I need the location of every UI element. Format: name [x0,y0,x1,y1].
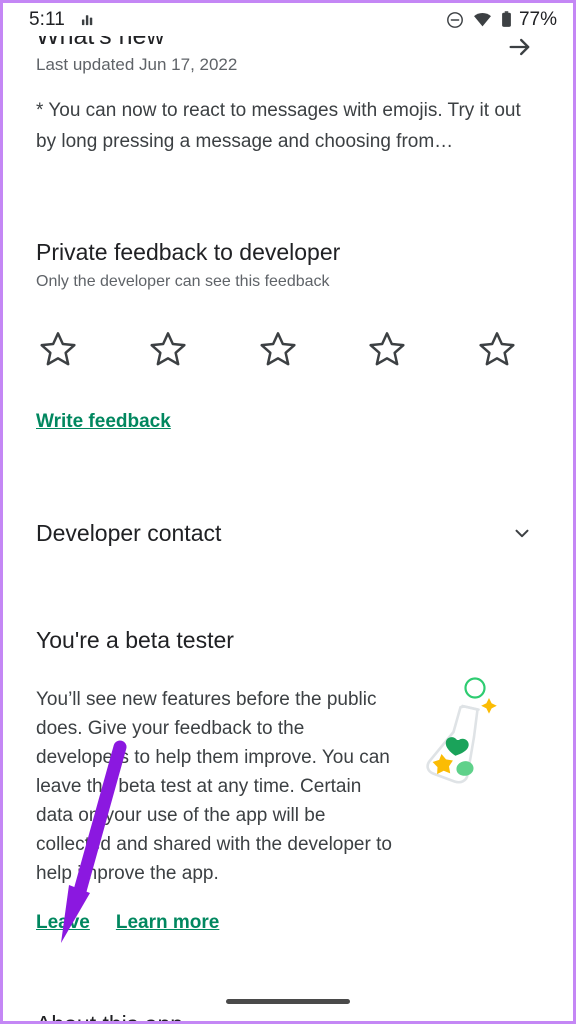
write-feedback-link[interactable]: Write feedback [36,409,171,435]
whats-new-body-text: * You can now to react to messages with … [36,100,521,152]
learn-more-link[interactable]: Learn more [116,910,219,936]
status-bar-right: 77% [446,10,557,29]
signal-bars-icon [81,12,96,27]
status-bar-clock: 5:11 [29,9,65,30]
beta-tester-links: Leave Learn more [36,910,540,936]
private-feedback-title: Private feedback to developer [36,239,341,265]
star-outline-icon[interactable] [475,327,519,371]
star-outline-icon[interactable] [36,327,80,371]
beta-tester-description: You’ll see new features before the publi… [36,689,392,884]
about-this-app-title[interactable]: About this app [36,1009,183,1021]
battery-percent-label: 77% [518,9,557,30]
do-not-disturb-icon [446,11,464,29]
star-outline-icon[interactable] [146,327,190,371]
status-bar: 5:11 77% [3,3,573,36]
phone-screen: What's new Last updated Jun 17, 2022 * Y… [0,0,576,1024]
app-page-content: What's new Last updated Jun 17, 2022 * Y… [3,3,573,1021]
battery-icon [501,10,512,29]
beta-tester-title: You're a beta tester [36,627,234,653]
beta-tester-section: You're a beta tester You’ll see new feat… [36,625,540,936]
wifi-icon [473,10,492,29]
beta-flask-illustration [404,671,514,791]
private-feedback-section: Private feedback to developer Only the d… [36,237,540,435]
beta-tester-body-row: You’ll see new features before the publi… [36,677,540,888]
star-outline-icon[interactable] [365,327,409,371]
private-feedback-subtitle: Only the developer can see this feedback [36,273,330,290]
rating-stars[interactable] [36,327,540,371]
star-outline-icon[interactable] [256,327,300,371]
developer-contact-title: Developer contact [36,520,222,546]
developer-contact-row[interactable]: Developer contact [36,515,540,551]
chevron-down-icon[interactable] [504,515,540,551]
leave-beta-link[interactable]: Leave [36,910,90,936]
status-bar-left: 5:11 [29,10,96,29]
whats-new-last-updated: Last updated Jun 17, 2022 [36,55,238,74]
